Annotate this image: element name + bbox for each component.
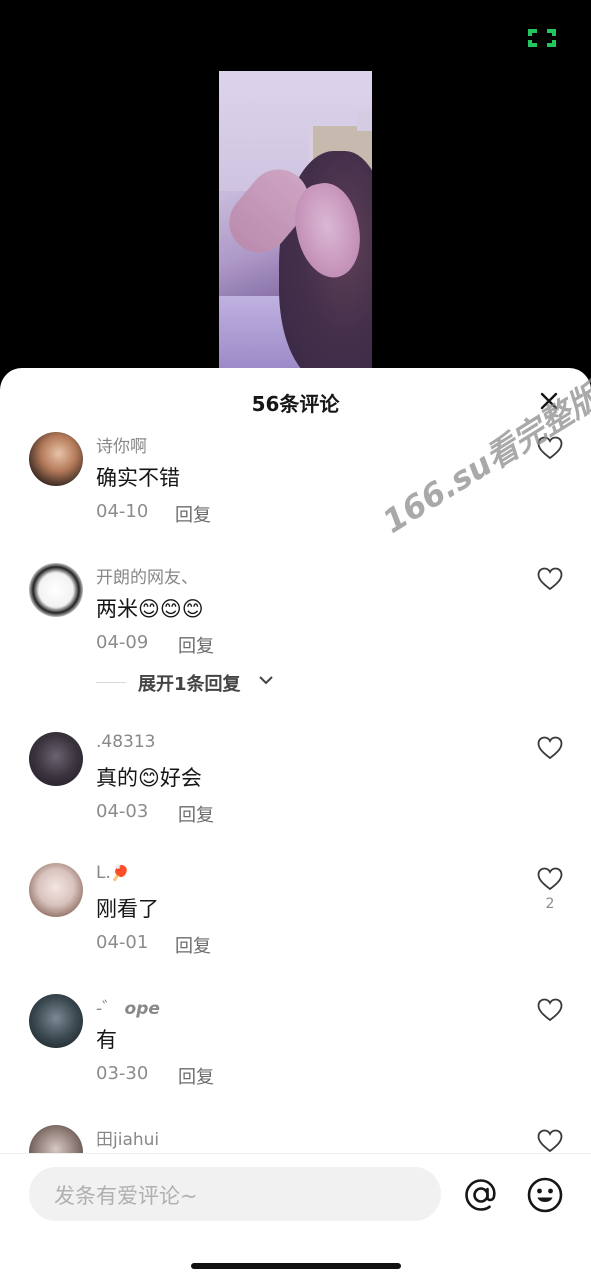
comment-text: 有	[96, 1028, 117, 1052]
username-suffix: ope	[124, 999, 160, 1019]
video-thumbnail[interactable]	[219, 71, 372, 371]
comment-date: 04-03	[96, 801, 149, 822]
avatar[interactable]	[29, 994, 83, 1048]
comment-item: -゛ ope 有 03-30 回复	[0, 992, 591, 1112]
comment-input[interactable]: 发条有爱评论~	[29, 1167, 441, 1221]
like-count: 2	[545, 896, 555, 912]
heart-icon[interactable]	[537, 567, 563, 591]
expand-replies-label: 展开1条回复	[138, 674, 241, 695]
comment-text: 真的😊好会	[96, 762, 202, 792]
comment-username[interactable]: 开朗的网友、	[96, 563, 198, 588]
comment-text: 刚看了	[96, 897, 159, 921]
heart-icon[interactable]	[537, 998, 563, 1022]
comment-sheet: 56条评论 诗你啊 确实不错 04-10 回复 开朗的网友、 两米😊😊😊 04-…	[0, 368, 591, 1280]
video-player[interactable]	[0, 0, 591, 400]
at-icon[interactable]	[462, 1176, 500, 1214]
comment-date: 03-30	[96, 1063, 149, 1084]
chevron-down-icon	[259, 676, 273, 685]
reply-button[interactable]: 回复	[175, 501, 211, 527]
username-text: L.	[96, 863, 111, 883]
smile-emoji: 😊😊😊	[138, 597, 204, 621]
comment-input-placeholder: 发条有爱评论~	[54, 1184, 198, 1208]
avatar[interactable]	[29, 732, 83, 786]
comment-text: 两米😊😊😊	[96, 593, 204, 623]
comment-date: 04-10	[96, 501, 149, 522]
comment-username[interactable]: .48313	[96, 732, 155, 752]
comment-count-title: 56条评论	[251, 392, 340, 416]
comment-text-prefix: 两米	[96, 597, 138, 621]
avatar[interactable]	[29, 432, 83, 486]
username-text: -゛	[96, 999, 120, 1019]
reply-button[interactable]: 回复	[175, 932, 211, 958]
comment-username[interactable]: -゛ ope	[96, 994, 160, 1019]
avatar[interactable]	[29, 563, 83, 617]
comment-item: .48313 真的😊好会 04-03 回复	[0, 730, 591, 850]
comment-username[interactable]: 诗你啊	[96, 432, 147, 457]
heart-icon[interactable]	[537, 867, 563, 891]
comment-date: 04-09	[96, 632, 149, 653]
expand-divider	[96, 682, 126, 683]
comment-input-bar: 发条有爱评论~	[0, 1153, 591, 1280]
comment-text: 确实不错	[96, 466, 180, 490]
fullscreen-icon[interactable]	[527, 28, 557, 48]
ping-pong-emoji: 🏓	[110, 864, 130, 882]
comment-date: 04-01	[96, 932, 149, 953]
comment-username[interactable]: L.🏓	[96, 863, 130, 883]
comment-text-prefix: 真的	[96, 766, 138, 790]
reply-button[interactable]: 回复	[178, 1063, 214, 1089]
home-indicator[interactable]	[191, 1263, 401, 1269]
comment-item: 开朗的网友、 两米😊😊😊 04-09 回复	[0, 561, 591, 681]
comment-username[interactable]: 田jiahui	[96, 1125, 159, 1150]
video-tint	[219, 71, 372, 371]
reply-button[interactable]: 回复	[178, 801, 214, 827]
heart-icon[interactable]	[537, 1129, 563, 1153]
comment-text-suffix: 好会	[159, 766, 202, 790]
emoji-icon[interactable]	[526, 1176, 564, 1214]
avatar[interactable]	[29, 863, 83, 917]
reply-button[interactable]: 回复	[178, 632, 214, 658]
heart-icon[interactable]	[537, 736, 563, 760]
comment-item: L.🏓 刚看了 04-01 回复 2	[0, 861, 591, 981]
smile-emoji: 😊	[138, 766, 160, 790]
